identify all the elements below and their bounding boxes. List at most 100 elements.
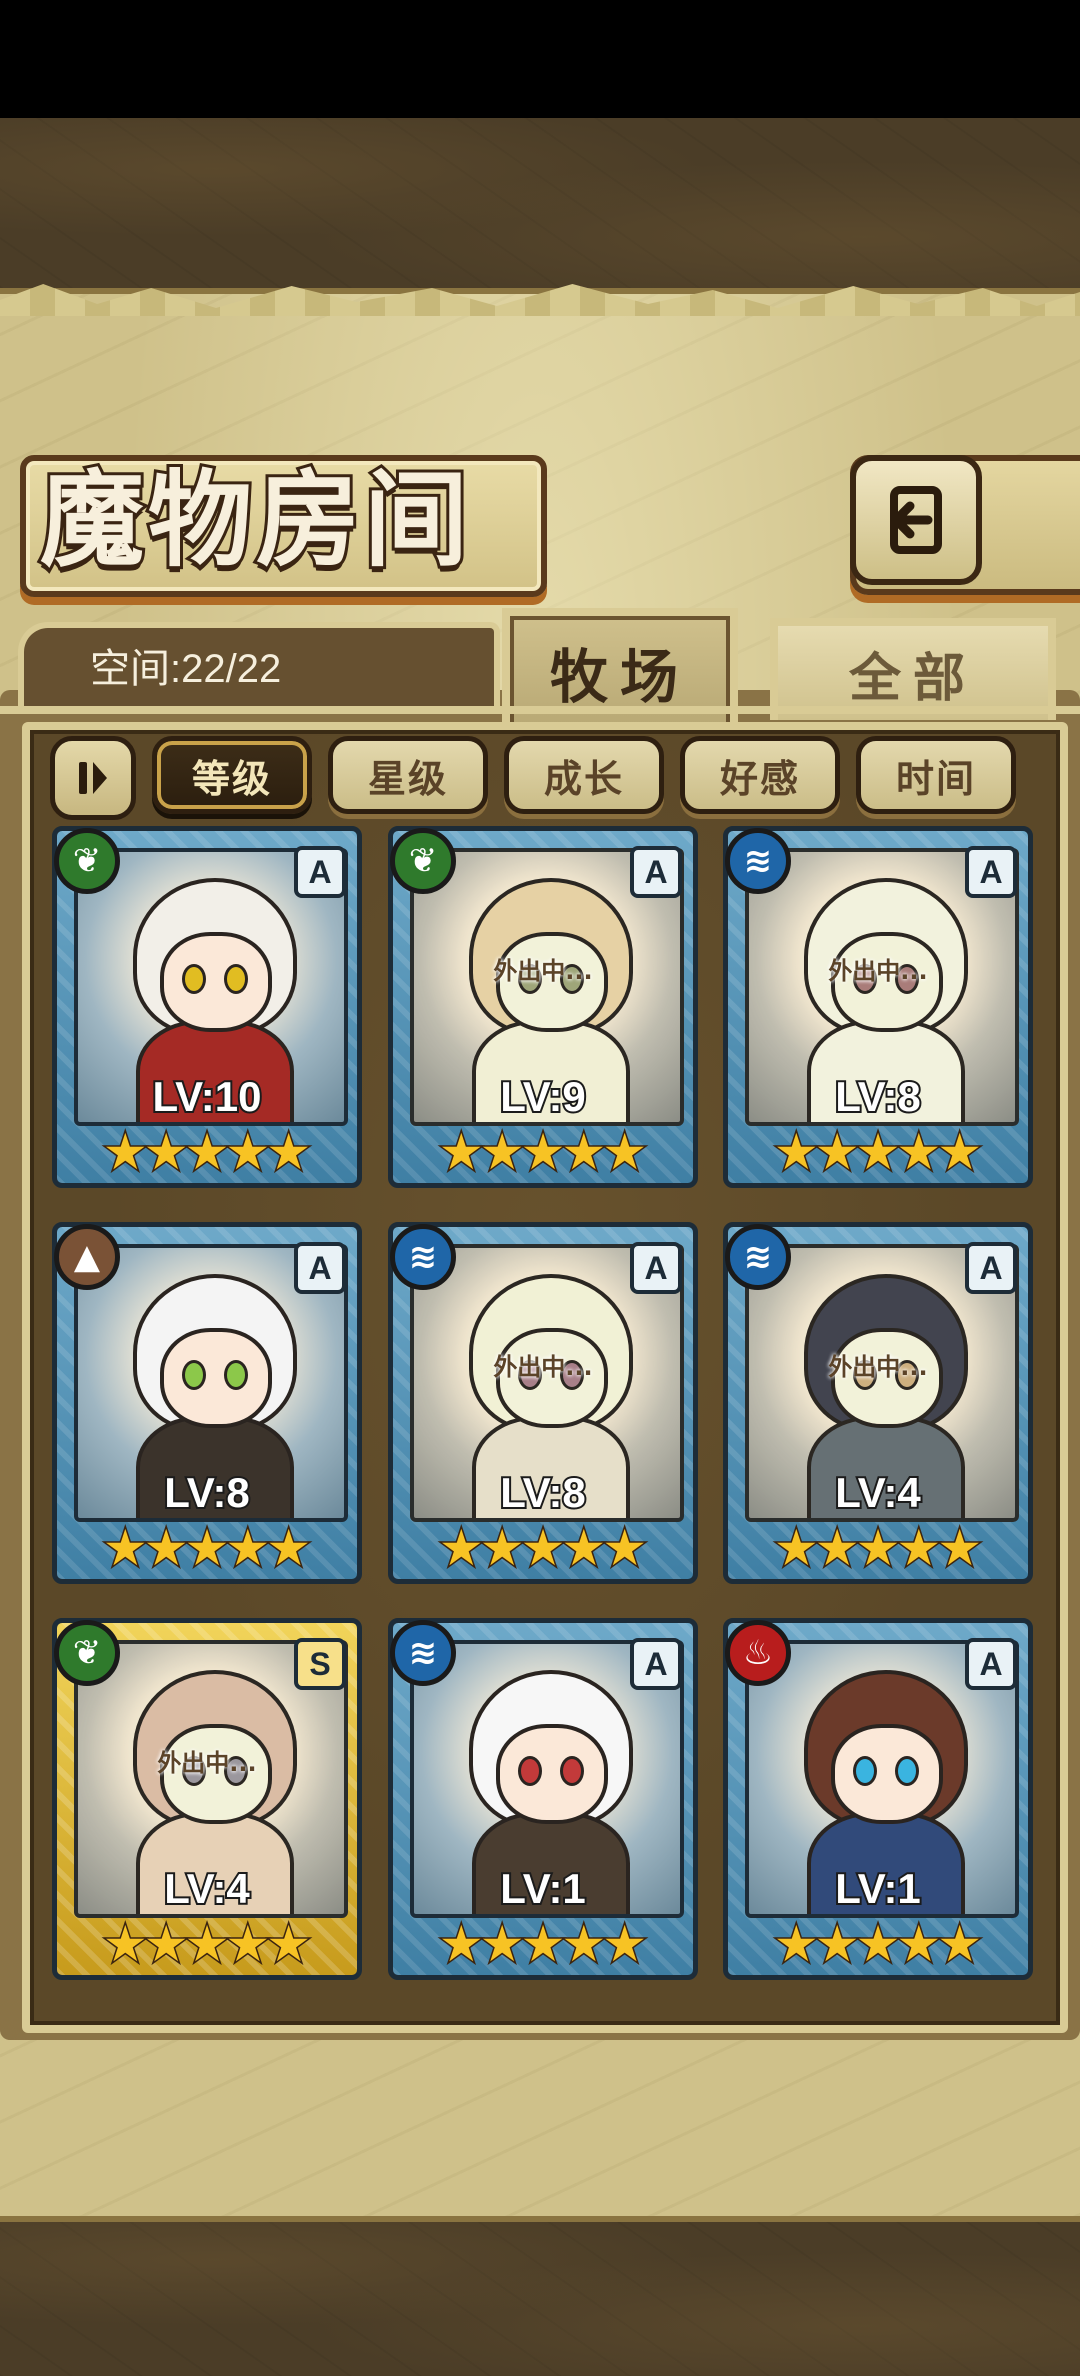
sort-affection-button[interactable]: 好感 [680,736,840,814]
star-icon: ★ [101,1915,149,1973]
mountain-icon: ▲ [54,1224,120,1290]
star-icon: ★ [265,1915,313,1973]
away-status: 外出中... [493,1353,593,1381]
star-icon: ★ [601,1123,649,1181]
star-rating: ★ ★ ★ ★ ★ [437,1519,649,1577]
star-icon: ★ [224,1915,272,1973]
star-icon: ★ [437,1519,485,1577]
star-icon: ★ [601,1519,649,1577]
monster-card[interactable]: ❦ S 外出中... LV:4 ★ ★ ★ ★ ★ [52,1618,362,1980]
star-icon: ★ [895,1915,943,1973]
return-arrow-icon [890,486,942,554]
star-icon: ★ [854,1123,902,1181]
star-icon: ★ [601,1915,649,1973]
star-icon: ★ [519,1123,567,1181]
tab-divider [0,706,1080,714]
star-icon: ★ [813,1123,861,1181]
water-waves-icon: ≋ [725,1224,791,1290]
star-icon: ★ [895,1123,943,1181]
monster-card[interactable]: ≋ A 外出中... LV:8 ★ ★ ★ ★ ★ [723,826,1033,1188]
star-icon: ★ [813,1519,861,1577]
rank-badge: A [630,1638,682,1690]
star-icon: ★ [224,1519,272,1577]
star-icon: ★ [519,1915,567,1973]
sort-level-button[interactable]: 等级 [152,736,312,814]
monster-card[interactable]: ≋ A 外出中... LV:8 ★ ★ ★ ★ ★ [388,1222,698,1584]
monster-card[interactable]: ❦ A LV:10 ★ ★ ★ ★ ★ [52,826,362,1188]
water-waves-icon: ≋ [725,828,791,894]
star-rating: ★ ★ ★ ★ ★ [101,1123,313,1181]
monster-card[interactable]: ♨ A LV:1 ★ ★ ★ ★ ★ [723,1618,1033,1980]
star-icon: ★ [478,1519,526,1577]
star-icon: ★ [519,1519,567,1577]
level-label: LV:4 [162,1863,252,1914]
star-icon: ★ [265,1519,313,1577]
star-rating: ★ ★ ★ ★ ★ [101,1915,313,1973]
rank-badge: A [294,1242,346,1294]
star-rating: ★ ★ ★ ★ ★ [437,1915,649,1973]
level-label: LV:9 [498,1071,588,1122]
rank-badge: A [965,846,1017,898]
star-icon: ★ [854,1519,902,1577]
flame-icon: ♨ [725,1620,791,1686]
star-icon: ★ [936,1123,984,1181]
monster-card[interactable]: ▲ A LV:8 ★ ★ ★ ★ ★ [52,1222,362,1584]
star-icon: ★ [560,1519,608,1577]
rank-badge: A [294,846,346,898]
sort-time-button[interactable]: 时间 [856,736,1016,814]
sort-star-button[interactable]: 星级 [328,736,488,814]
sort-growth-button[interactable]: 成长 [504,736,664,814]
away-status: 外出中... [493,957,593,985]
leaf-icon: ❦ [390,828,456,894]
monster-card[interactable]: ≋ A 外出中... LV:4 ★ ★ ★ ★ ★ [723,1222,1033,1584]
star-icon: ★ [813,1915,861,1973]
rank-badge: A [965,1242,1017,1294]
star-rating: ★ ★ ★ ★ ★ [772,1519,984,1577]
rank-badge: A [965,1638,1017,1690]
star-icon: ★ [101,1519,149,1577]
star-icon: ★ [895,1519,943,1577]
star-icon: ★ [560,1915,608,1973]
away-status: 外出中... [157,1749,257,1777]
tab-all[interactable]: 全部 [770,618,1056,720]
away-status: 外出中... [828,1353,928,1381]
star-icon: ★ [142,1519,190,1577]
rank-badge: S [294,1638,346,1690]
level-label: LV:1 [833,1863,923,1914]
monster-card[interactable]: ❦ A 外出中... LV:9 ★ ★ ★ ★ ★ [388,826,698,1188]
water-waves-icon: ≋ [390,1620,456,1686]
pause-icon [79,762,107,794]
star-icon: ★ [854,1915,902,1973]
star-icon: ★ [936,1519,984,1577]
monster-card[interactable]: ≋ A LV:1 ★ ★ ★ ★ ★ [388,1618,698,1980]
star-icon: ★ [183,1915,231,1973]
level-label: LV:4 [833,1467,923,1518]
star-icon: ★ [142,1123,190,1181]
star-icon: ★ [142,1915,190,1973]
star-icon: ★ [437,1915,485,1973]
star-icon: ★ [183,1519,231,1577]
rank-badge: A [630,1242,682,1294]
map-background-bottom [0,2210,1080,2376]
star-icon: ★ [772,1915,820,1973]
back-button[interactable] [850,455,982,585]
status-bar [0,0,1080,118]
star-icon: ★ [437,1123,485,1181]
star-icon: ★ [224,1123,272,1181]
star-icon: ★ [560,1123,608,1181]
star-rating: ★ ★ ★ ★ ★ [772,1915,983,1973]
leaf-icon: ❦ [54,1620,120,1686]
sort-direction-button[interactable] [50,736,136,820]
rank-badge: A [630,846,682,898]
star-icon: ★ [772,1519,820,1577]
star-icon: ★ [265,1123,313,1181]
star-icon: ★ [183,1123,231,1181]
star-rating: ★ ★ ★ ★ ★ [772,1123,984,1181]
level-label: LV:8 [162,1467,252,1518]
map-background-top [0,118,1080,288]
away-status: 外出中... [828,957,928,985]
star-rating: ★ ★ ★ ★ ★ [101,1519,313,1577]
level-label: LV:8 [498,1467,588,1518]
star-icon: ★ [772,1123,820,1181]
level-label: LV:1 [498,1863,588,1914]
